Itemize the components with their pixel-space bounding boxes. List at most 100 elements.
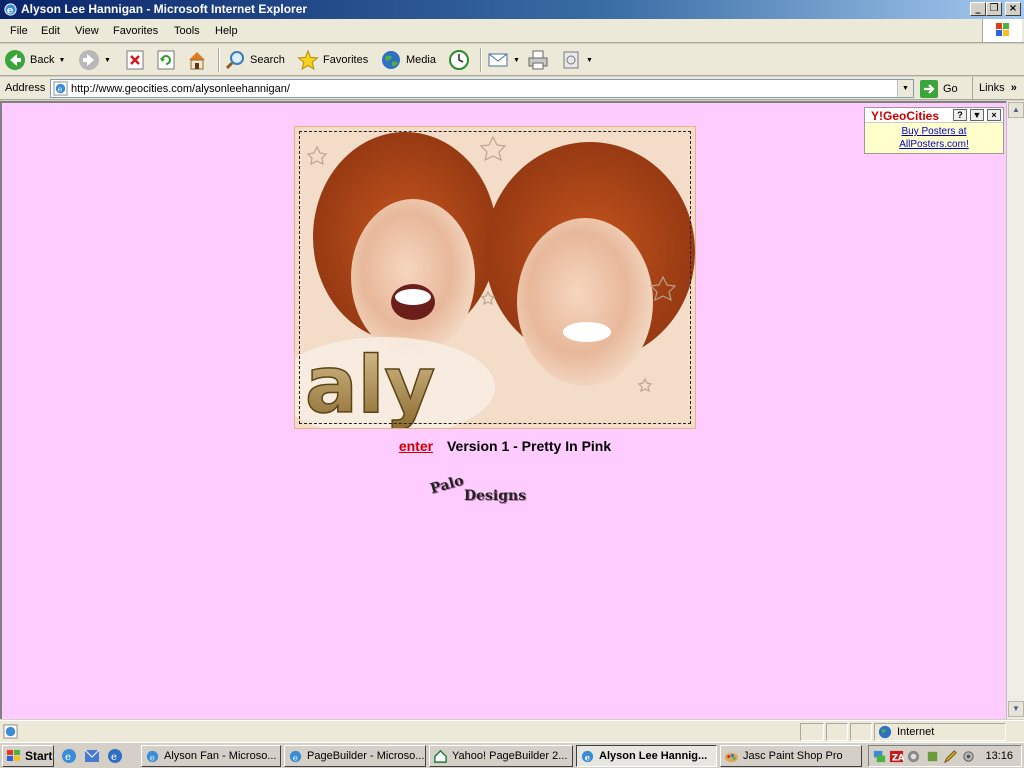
task-ie-icon: e [289,750,302,762]
aly-banner-image: aly [294,126,696,429]
forward-dropdown-icon[interactable]: ▼ [104,57,111,64]
address-label: Address [5,82,46,94]
palo-designs-logo: Palo Designs [428,472,527,504]
svg-text:e: e [150,752,155,762]
restore-button[interactable]: ❐ [986,2,1002,16]
scroll-up-icon[interactable]: ▲ [1008,102,1024,118]
menu-edit[interactable]: Edit [41,25,60,37]
home-icon [189,52,205,70]
quicklaunch-outlook-icon[interactable] [83,747,101,765]
edit-dropdown-icon[interactable]: ▼ [586,57,593,64]
print-button[interactable] [527,48,549,72]
standard-toolbar: Back ▼ ▼ Search Favorites Media ▼ ▼ [0,44,1024,76]
geo-ad-link-line2[interactable]: AllPosters.com! [865,138,1003,151]
back-arrow-icon [5,50,25,70]
status-page-icon [3,724,18,739]
media-button[interactable]: Media [380,48,436,72]
star-icon [297,49,319,71]
task-pagebuilder-ie[interactable]: e PageBuilder - Microso... [284,745,426,767]
address-bar: Address e ▼ Go Links » [0,77,1024,100]
task-ie-icon: e [146,750,159,762]
history-button[interactable] [448,48,470,72]
internet-globe-icon [878,725,892,739]
address-dropdown-icon[interactable]: ▼ [897,80,913,97]
svg-text:e: e [585,752,590,762]
menu-file[interactable]: File [10,25,28,37]
forward-button[interactable]: ▼ [78,48,111,72]
close-button[interactable]: × [1005,2,1021,16]
back-button[interactable]: Back ▼ [4,48,65,72]
address-input[interactable] [71,81,891,96]
go-button[interactable]: Go [920,79,958,98]
tray-update-icon[interactable] [925,749,940,764]
stop-button[interactable] [124,48,146,72]
svg-text:e: e [65,752,71,763]
printer-icon [528,50,548,70]
go-arrow-icon [920,79,938,98]
svg-text:e: e [111,752,117,763]
tray-network-icon[interactable] [872,749,887,764]
refresh-button[interactable] [155,48,177,72]
mail-dropdown-icon[interactable]: ▼ [513,57,520,64]
menu-view[interactable]: View [75,25,99,37]
task-yahoo-pagebuilder[interactable]: Yahoo! PageBuilder 2... [429,745,573,767]
start-button[interactable]: Start [2,745,54,767]
page-content: aly enter Version 1 - Pretty In Pink Pal… [0,101,1006,719]
tray-security-icon[interactable] [906,749,921,764]
search-icon [225,51,244,70]
svg-text:e: e [7,4,14,16]
geo-dropdown-button[interactable]: ▼ [970,109,984,121]
tray-zonealarm-icon[interactable]: ZA [889,749,904,764]
tray-gear-icon[interactable] [961,749,976,764]
edit-button[interactable]: ▼ [560,48,593,72]
windows-flag-icon [7,750,20,761]
task-alyson-lee-hannigan[interactable]: e Alyson Lee Hannig... [576,745,717,767]
links-button[interactable]: Links » [972,77,1024,99]
svg-text:e: e [293,752,298,762]
task-paint-shop-pro[interactable]: Jasc Paint Shop Pro [720,745,862,767]
address-field[interactable]: e ▼ [50,79,914,98]
geo-close-button[interactable]: × [987,109,1001,121]
links-chevron-icon: » [1010,82,1017,94]
vertical-scrollbar[interactable]: ▲ ▼ [1006,101,1024,719]
quicklaunch-ie2-icon[interactable]: e [106,747,124,765]
task-pagebuilder-icon [434,749,447,763]
menu-favorites[interactable]: Favorites [113,25,158,37]
geocities-logo: Y!GeoCities [871,109,940,123]
task-alyson-fan[interactable]: e Alyson Fan - Microso... [141,745,281,767]
favorites-button[interactable]: Favorites [297,48,368,72]
svg-text:ZA: ZA [892,752,904,762]
status-bar: Internet [0,720,1024,742]
windows-logo-icon [982,19,1022,42]
search-button[interactable]: Search [224,48,285,72]
page-ie-icon: e [53,81,68,96]
mail-button[interactable]: ▼ [487,48,520,72]
geo-ad-link-line1[interactable]: Buy Posters at [865,125,1003,138]
taskbar-clock: 13:16 [985,750,1013,762]
back-dropdown-icon[interactable]: ▼ [58,57,65,64]
security-zone: Internet [874,723,1006,741]
edit-page-icon [563,51,579,69]
home-button[interactable] [186,48,208,72]
menu-help[interactable]: Help [215,25,238,37]
task-psp-icon [724,752,739,762]
enter-link[interactable]: enter [399,438,433,454]
mail-icon [488,53,508,67]
window-title: Alyson Lee Hannigan - Microsoft Internet… [21,2,308,16]
media-globe-icon [382,51,400,69]
menu-tools[interactable]: Tools [174,25,200,37]
minimize-button[interactable]: _ [970,2,986,16]
title-bar[interactable]: e Alyson Lee Hannigan - Microsoft Intern… [0,0,1024,19]
menu-bar: File Edit View Favorites Tools Help [0,19,1024,43]
stop-icon [126,50,144,70]
refresh-icon [157,50,175,70]
version-text: Version 1 - Pretty In Pink [446,438,612,454]
taskbar: Start e e e Alyson Fan - Microso... e Pa… [0,742,1024,768]
geocities-ad-box: Y!GeoCities ? ▼ × Buy Posters at AllPost… [864,107,1004,154]
quicklaunch-ie-icon[interactable]: e [60,747,78,765]
system-tray: ZA 13:16 [868,745,1022,767]
forward-arrow-icon [79,50,99,70]
geo-help-button[interactable]: ? [953,109,967,121]
scroll-down-icon[interactable]: ▼ [1008,701,1024,717]
tray-pencil-icon[interactable] [943,749,958,764]
